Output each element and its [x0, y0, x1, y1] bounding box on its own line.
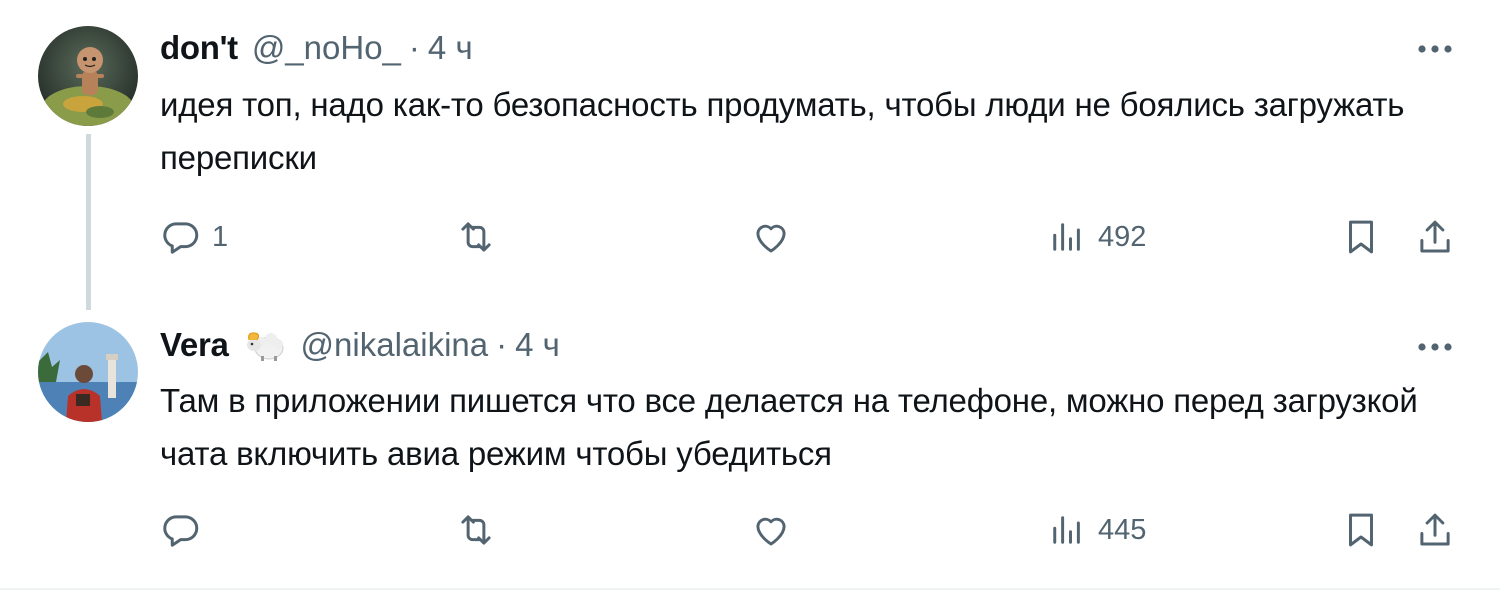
retweet-button[interactable] — [455, 207, 497, 267]
share-icon — [1420, 513, 1450, 546]
heart-icon — [756, 224, 786, 253]
share-button[interactable] — [1414, 207, 1456, 267]
tweet-text: Там в приложении пишется что все делаетс… — [160, 382, 1418, 472]
views-count: 445 — [1098, 513, 1147, 546]
bookmark-icon — [1349, 513, 1373, 547]
retweet-icon — [461, 515, 491, 545]
separator-dot: · — [408, 29, 420, 66]
bookmark-icon — [1349, 220, 1373, 254]
tweet-text: идея топ, надо как-то безопасность проду… — [160, 86, 1405, 176]
avatar-photo-image — [38, 322, 138, 422]
reply-count: 1 — [212, 220, 229, 253]
retweet-button[interactable] — [455, 500, 497, 560]
bookmark-button[interactable] — [1340, 207, 1382, 267]
tweet[interactable]: Vera @nikalaikina · 4 ч Там в приложении… — [0, 300, 1500, 591]
views-count: 492 — [1098, 220, 1147, 253]
ram-emoji-icon — [243, 327, 287, 363]
more-options-button[interactable] — [1410, 332, 1460, 362]
like-button[interactable] — [750, 207, 792, 267]
more-dots-icon — [1418, 343, 1452, 351]
avatar[interactable] — [38, 322, 138, 422]
reply-icon — [163, 515, 199, 547]
more-options-button[interactable] — [1410, 34, 1460, 64]
share-button[interactable] — [1414, 500, 1456, 560]
display-name[interactable]: Vera — [160, 326, 229, 364]
more-dots-icon — [1418, 45, 1452, 53]
views-button[interactable]: 445 — [1046, 500, 1146, 560]
tweet-header: don't @_noHo_ · 4 ч — [160, 28, 473, 68]
user-handle[interactable]: @_noHo_ — [252, 29, 401, 67]
views-chart-icon — [1053, 223, 1080, 251]
heart-icon — [756, 517, 786, 546]
reply-button[interactable] — [160, 500, 212, 560]
timestamp[interactable]: 4 ч — [515, 326, 560, 364]
display-name[interactable]: don't — [160, 29, 238, 67]
tweet-header: Vera @nikalaikina · 4 ч — [160, 325, 560, 365]
views-chart-icon — [1053, 516, 1080, 544]
bookmark-button[interactable] — [1340, 500, 1382, 560]
views-button[interactable]: 492 — [1046, 207, 1146, 267]
reply-icon — [163, 222, 199, 254]
user-handle[interactable]: @nikalaikina — [301, 326, 489, 364]
avatar[interactable] — [38, 26, 138, 126]
avatar-sackboy-image — [38, 26, 138, 126]
separator-dot: · — [496, 326, 508, 363]
tweet[interactable]: don't @_noHo_ · 4 ч идея топ, надо как-т… — [0, 0, 1500, 310]
retweet-icon — [461, 222, 491, 252]
like-button[interactable] — [750, 500, 792, 560]
action-bar: 1 492 — [0, 207, 1500, 267]
timestamp[interactable]: 4 ч — [428, 29, 473, 67]
action-bar: 445 — [0, 500, 1500, 560]
reply-button[interactable]: 1 — [160, 207, 228, 267]
divider — [0, 588, 1500, 590]
share-icon — [1420, 220, 1450, 253]
